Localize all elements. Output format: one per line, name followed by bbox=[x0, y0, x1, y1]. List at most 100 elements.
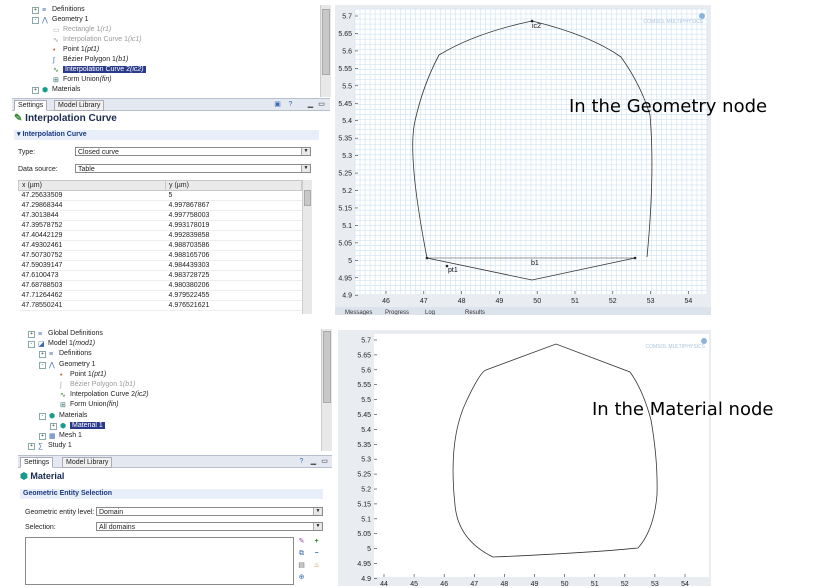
table-row[interactable]: 47.68788503 4.980380206 bbox=[18, 280, 302, 291]
cell-x[interactable]: 47.6100473 bbox=[18, 270, 166, 281]
table-row[interactable]: 47.49302461 4.988703586 bbox=[18, 240, 302, 251]
column-header-y[interactable]: y (µm) bbox=[165, 180, 302, 191]
tree-item[interactable]: - ⋀ Geometry 1 bbox=[32, 15, 89, 24]
tree-item[interactable]: ⊞ Form Union(fin) bbox=[50, 400, 119, 409]
minimize-icon[interactable]: ▁ bbox=[310, 458, 317, 465]
tree-item[interactable]: ∿ Interpolation Curve 2(ic2) bbox=[50, 390, 149, 399]
help-icon[interactable]: ? bbox=[287, 101, 294, 108]
copy-icon[interactable]: ⧉ bbox=[298, 550, 305, 557]
tree-item[interactable]: - ⋀ Geometry 1 bbox=[39, 360, 96, 369]
tree-item[interactable]: ∿ Interpolation Curve 2(ic2) bbox=[43, 65, 146, 74]
collapse-icon[interactable]: - bbox=[32, 17, 39, 24]
tree-item[interactable]: ∫ Bézier Polygon 1(b1) bbox=[43, 55, 128, 64]
tree-item[interactable]: + ⬢ Materials bbox=[32, 85, 80, 94]
tree-bottom-scrollbar[interactable] bbox=[321, 329, 332, 451]
section-interpolation-curve[interactable]: ▾ Interpolation Curve bbox=[14, 130, 319, 140]
data-source-select[interactable]: Table ▼ bbox=[75, 164, 311, 173]
cell-y[interactable]: 4.980380206 bbox=[165, 280, 302, 291]
cell-y[interactable]: 4.979522455 bbox=[165, 290, 302, 301]
tree-item[interactable]: • Point 1(pt1) bbox=[43, 45, 99, 54]
tree-item[interactable]: ∫ Bézier Polygon 1(b1) bbox=[50, 380, 135, 389]
expand-icon[interactable]: + bbox=[28, 331, 35, 338]
table-row[interactable]: 47.3013844 4.997758003 bbox=[18, 210, 302, 221]
maximize-icon[interactable]: ▭ bbox=[318, 101, 325, 108]
table-scrollbar[interactable] bbox=[302, 180, 312, 314]
tab-model-library[interactable]: Model Library bbox=[62, 457, 113, 468]
remove-icon[interactable]: − bbox=[313, 550, 320, 557]
expand-icon[interactable]: + bbox=[32, 87, 39, 94]
column-header-x[interactable]: x (µm) bbox=[18, 180, 166, 191]
tree-item[interactable]: + ⬢ Material 1 bbox=[50, 421, 105, 430]
cell-x[interactable]: 47.29868344 bbox=[18, 200, 166, 211]
tab-settings[interactable]: Settings bbox=[20, 457, 54, 468]
table-row[interactable]: 47.39578752 4.993178019 bbox=[18, 220, 302, 231]
type-select[interactable]: Closed curve ▼ bbox=[75, 147, 311, 156]
entity-level-select[interactable]: Domain ▼ bbox=[96, 507, 323, 516]
table-row[interactable]: 47.78550241 4.976521621 bbox=[18, 300, 302, 311]
collapse-icon[interactable]: - bbox=[39, 412, 46, 420]
tree-item[interactable]: + ▦ Mesh 1 bbox=[39, 431, 82, 440]
graphics-window-bottom[interactable]: 5.7 5.65 5.6 5.55 5.5 5.45 5.4 5.35 5.3 5.25 5.2 5.… bbox=[338, 330, 711, 588]
collapse-icon[interactable]: - bbox=[39, 361, 46, 369]
table-row[interactable]: 47.50730752 4.988165706 bbox=[18, 250, 302, 261]
paste-icon[interactable]: ▤ bbox=[298, 562, 305, 569]
cell-y[interactable]: 4.988703586 bbox=[165, 240, 302, 251]
cell-y[interactable]: 4.976521621 bbox=[165, 300, 302, 311]
cell-x[interactable]: 47.49302461 bbox=[18, 240, 166, 251]
expand-icon[interactable]: + bbox=[39, 433, 46, 440]
clear-icon[interactable]: ♨ bbox=[313, 562, 320, 569]
tree-item[interactable]: + ≡ Global Definitions bbox=[28, 329, 103, 338]
expand-icon[interactable]: + bbox=[39, 351, 46, 359]
cell-y[interactable]: 4.988165706 bbox=[165, 250, 302, 261]
tree-item[interactable]: + ∑ Study 1 bbox=[28, 441, 72, 451]
graphics-canvas-bottom[interactable]: 5.7 5.65 5.6 5.55 5.5 5.45 5.4 5.35 5.3 5.25 5.2 5.… bbox=[338, 330, 711, 588]
cell-x[interactable]: 47.25633509 bbox=[18, 190, 166, 201]
cell-x[interactable]: 47.78550241 bbox=[18, 300, 166, 311]
settings-toolbar-icon[interactable]: ▣ bbox=[274, 101, 281, 108]
table-row[interactable]: 47.25633509 5 bbox=[18, 190, 302, 201]
cell-x[interactable]: 47.50730752 bbox=[18, 250, 166, 261]
cell-y[interactable]: 4.997867867 bbox=[165, 200, 302, 211]
selection-list[interactable] bbox=[25, 537, 294, 585]
table-row[interactable]: 47.40442129 4.992839858 bbox=[18, 230, 302, 241]
tree-item[interactable]: - ◪ Model 1(mod1) bbox=[28, 339, 95, 349]
expand-icon[interactable]: + bbox=[28, 443, 35, 451]
tree-item[interactable]: + ≡ Definitions bbox=[39, 349, 92, 359]
cell-y[interactable]: 4.984439303 bbox=[165, 260, 302, 271]
table-row[interactable]: 47.6100473 4.983728725 bbox=[18, 270, 302, 281]
zoom-selection-icon[interactable]: ⊕ bbox=[298, 574, 305, 581]
tree-item[interactable]: + ≡ Definitions bbox=[32, 5, 85, 14]
collapse-icon[interactable]: - bbox=[28, 341, 35, 349]
cell-x[interactable]: 47.3013844 bbox=[18, 210, 166, 221]
add-icon[interactable]: + bbox=[313, 538, 320, 545]
tab-model-library[interactable]: Model Library bbox=[54, 100, 105, 111]
maximize-icon[interactable]: ▭ bbox=[321, 458, 328, 465]
expand-icon[interactable]: + bbox=[32, 7, 39, 14]
minimize-icon[interactable]: ▁ bbox=[307, 101, 314, 108]
cell-y[interactable]: 5 bbox=[165, 190, 302, 201]
help-icon[interactable]: ? bbox=[298, 458, 305, 465]
tree-item[interactable]: ▭ Rectangle 1(r1) bbox=[43, 25, 111, 34]
tab-settings[interactable]: Settings bbox=[14, 100, 48, 111]
table-row[interactable]: 47.59039147 4.984439303 bbox=[18, 260, 302, 271]
cell-x[interactable]: 47.40442129 bbox=[18, 230, 166, 241]
expand-icon[interactable]: + bbox=[50, 422, 57, 430]
table-row[interactable]: 47.29868344 4.997867867 bbox=[18, 200, 302, 211]
tree-item[interactable]: ∿ Interpolation Curve 1(ic1) bbox=[43, 35, 142, 44]
paint-select-icon[interactable]: ✎ bbox=[298, 538, 305, 545]
tree-item[interactable]: - ⬢ Materials bbox=[39, 411, 87, 420]
cell-y[interactable]: 4.983728725 bbox=[165, 270, 302, 281]
section-geometric-entity-selection[interactable]: Geometric Entity Selection bbox=[20, 489, 323, 499]
graphics-window-top[interactable]: 5.7 5.65 5.6 5.55 5.5 5.45 5.4 5.35 5.3 5.25 5.2 5.… bbox=[335, 5, 711, 316]
cell-x[interactable]: 47.71264462 bbox=[18, 290, 166, 301]
cell-x[interactable]: 47.59039147 bbox=[18, 260, 166, 271]
cell-y[interactable]: 4.997758003 bbox=[165, 210, 302, 221]
tree-top-scrollbar[interactable] bbox=[320, 5, 331, 97]
selection-select[interactable]: All domains ▼ bbox=[96, 522, 323, 531]
cell-y[interactable]: 4.993178019 bbox=[165, 220, 302, 231]
cell-x[interactable]: 47.68788503 bbox=[18, 280, 166, 291]
tree-item[interactable]: ⊞ Form Union(fin) bbox=[43, 75, 112, 84]
cell-x[interactable]: 47.39578752 bbox=[18, 220, 166, 231]
graphics-canvas-top[interactable]: 5.7 5.65 5.6 5.55 5.5 5.45 5.4 5.35 5.3 5.25 5.2 5.… bbox=[335, 5, 711, 316]
table-row[interactable]: 47.71264462 4.979522455 bbox=[18, 290, 302, 301]
